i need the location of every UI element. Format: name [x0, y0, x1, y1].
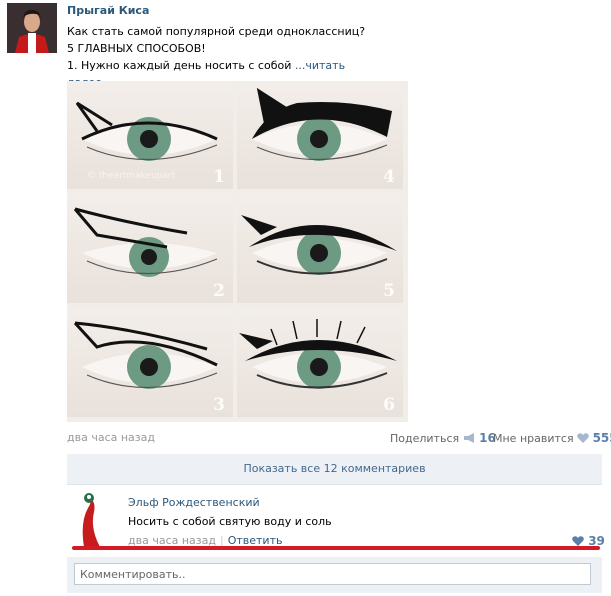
step-number: 5 — [383, 281, 395, 301]
share-button[interactable]: Поделиться 16 — [390, 431, 496, 446]
step-number: 1 — [213, 167, 225, 187]
comment-input[interactable] — [74, 563, 591, 585]
comment-author-name[interactable]: Эльф Рождественский — [128, 496, 260, 509]
show-all-comments-button[interactable]: Показать все 12 комментариев — [67, 454, 602, 485]
step-number: 2 — [213, 281, 225, 301]
step-number: 4 — [383, 167, 395, 187]
post-author-name[interactable]: Прыгай Киса — [67, 4, 149, 17]
megaphone-icon — [463, 432, 476, 446]
post-time[interactable]: два часа назад — [67, 431, 155, 444]
post-text-line-3-body: 1. Нужно каждый день носить с собой — [67, 59, 295, 72]
comment-author-avatar[interactable] — [74, 492, 124, 547]
eye-tile-6: 6 — [237, 309, 403, 417]
share-label: Поделиться — [390, 432, 460, 445]
watermark: © theartmakeupart — [87, 171, 176, 181]
heart-icon — [577, 432, 589, 446]
post-photo[interactable]: 1 © theartmakeupart 4 2 5 3 6 — [67, 81, 408, 422]
like-count: 555 — [592, 431, 611, 445]
eye-tile-5: 5 — [237, 195, 403, 303]
step-number: 3 — [213, 395, 225, 415]
eye-tile-4: 4 — [237, 81, 403, 189]
eye-tile-1: 1 © theartmakeupart — [67, 81, 233, 189]
eye-tile-3: 3 — [67, 309, 233, 417]
post-text-line-2: 5 ГЛАВНЫХ СПОСОБОВ! — [67, 42, 206, 55]
like-label: Мне нравится — [493, 432, 574, 445]
like-button[interactable]: Мне нравится 555 — [493, 431, 611, 446]
author-avatar[interactable] — [7, 3, 57, 53]
comment-form — [67, 557, 602, 593]
post-text-line-1: Как стать самой популярной среди однокла… — [67, 25, 366, 38]
comment-text: Носить с собой святую воду и соль — [128, 515, 332, 528]
step-number: 6 — [383, 395, 395, 415]
eye-tile-2: 2 — [67, 195, 233, 303]
red-underline-annotation — [72, 546, 600, 550]
